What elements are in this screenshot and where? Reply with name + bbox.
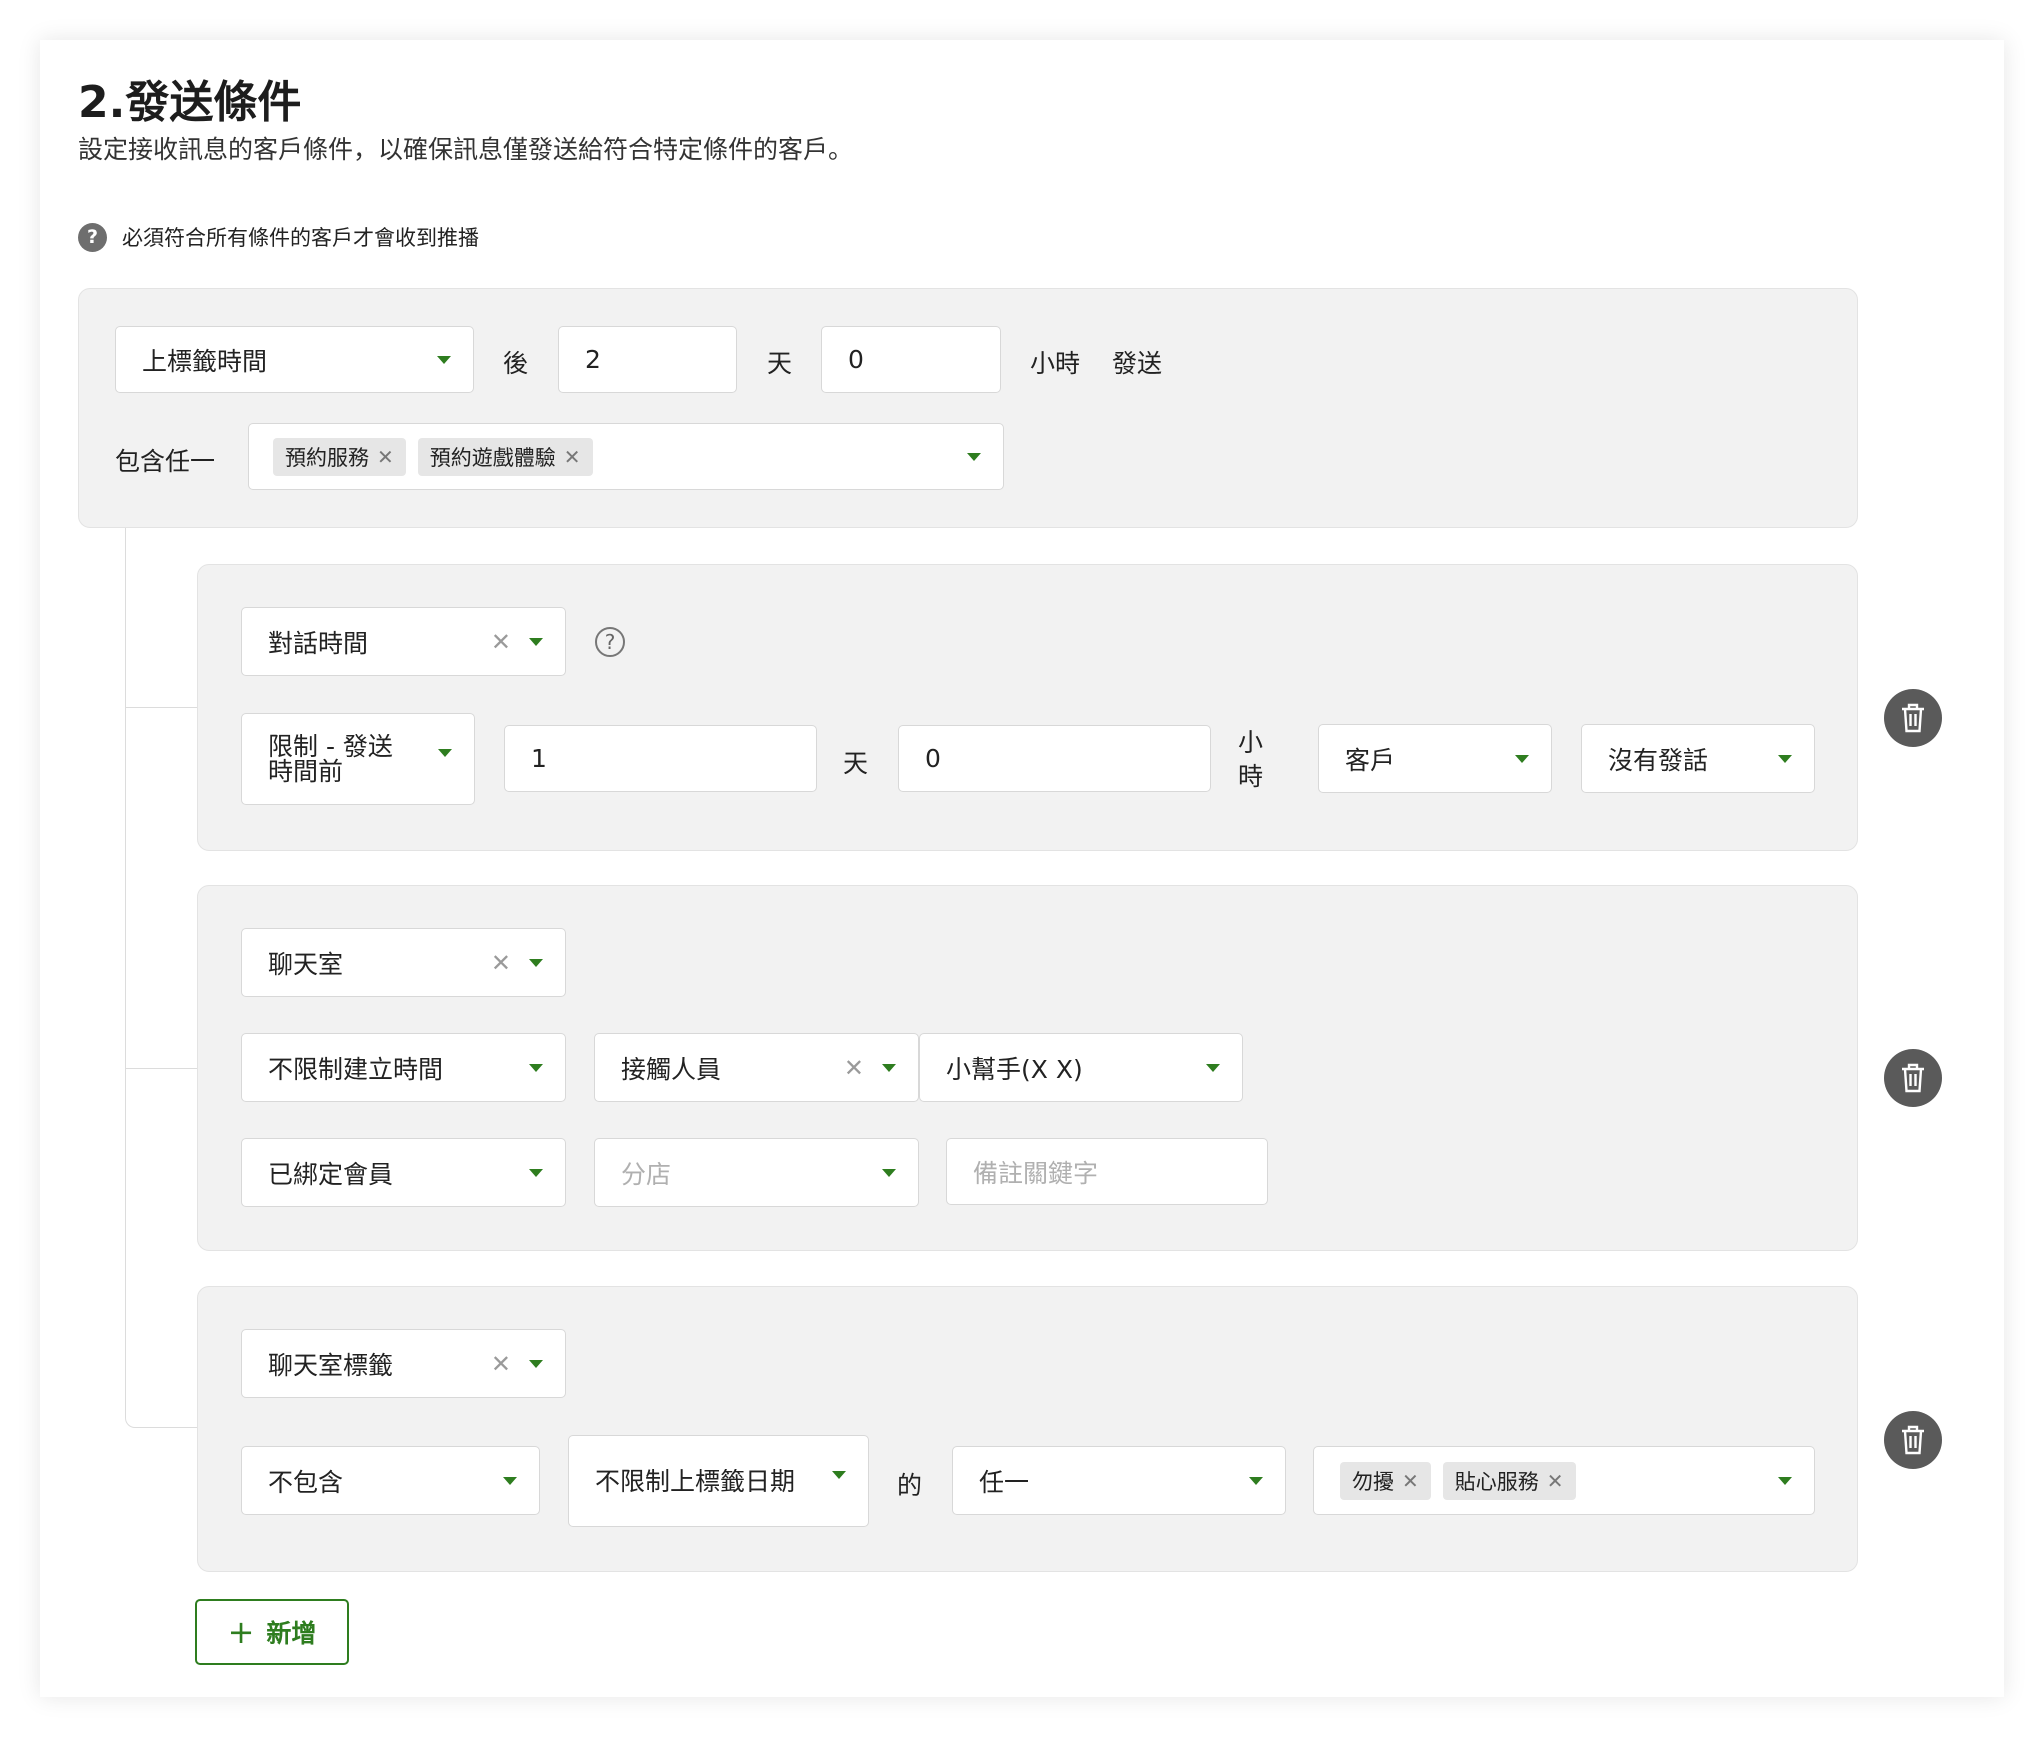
section-title: 2.發送條件 xyxy=(78,77,302,128)
chevron-down-icon xyxy=(529,637,543,646)
tag-chip: 勿擾 ✕ xyxy=(1340,1461,1431,1500)
hours-input[interactable]: 0 xyxy=(898,725,1211,792)
tree-branch xyxy=(125,1068,197,1069)
tree-connector xyxy=(125,528,126,1408)
party-select[interactable]: 客戶 xyxy=(1318,724,1552,793)
trash-icon xyxy=(1902,1425,1924,1455)
action-select[interactable]: 沒有發話 xyxy=(1581,724,1815,793)
contact-field-select[interactable]: 接觸人員 ✕ xyxy=(594,1033,919,1102)
member-status-select[interactable]: 已綁定會員 xyxy=(241,1138,566,1207)
days-unit-label: 天 xyxy=(767,349,793,378)
tag-chip: 預約遊戲體驗 ✕ xyxy=(417,437,593,476)
add-condition-button[interactable]: + 新增 xyxy=(195,1599,349,1665)
help-note-text: 必須符合所有條件的客戶才會收到推播 xyxy=(122,226,479,250)
days-unit-label: 天 xyxy=(843,749,869,778)
tag-chip: 貼心服務 ✕ xyxy=(1442,1461,1576,1500)
add-condition-label: 新增 xyxy=(266,1619,317,1648)
note-keyword-input[interactable]: 備註關鍵字 xyxy=(946,1138,1268,1205)
section-description: 設定接收訊息的客戶條件，以確保訊息僅發送給符合特定條件的客戶。 xyxy=(78,135,854,164)
chevron-down-icon xyxy=(529,958,543,967)
clear-icon[interactable]: ✕ xyxy=(491,1352,511,1376)
close-icon[interactable]: ✕ xyxy=(1547,1469,1564,1493)
tree-branch xyxy=(125,707,197,708)
condition-type-select[interactable]: 聊天室標籤 ✕ xyxy=(241,1329,566,1398)
chevron-down-icon xyxy=(967,452,981,461)
days-input[interactable]: 2 xyxy=(558,326,737,393)
help-note: ? 必須符合所有條件的客戶才會收到推播 xyxy=(78,222,479,252)
chevron-down-icon xyxy=(882,1168,896,1177)
tree-branch xyxy=(125,1408,197,1428)
close-icon[interactable]: ✕ xyxy=(564,445,581,469)
date-limit-select[interactable]: 不限制上標籤日期 xyxy=(568,1435,869,1527)
chevron-down-icon xyxy=(1515,754,1529,763)
clear-icon[interactable]: ✕ xyxy=(844,1056,864,1080)
include-label: 包含任一 xyxy=(115,447,216,476)
operator-select[interactable]: 不包含 xyxy=(241,1446,540,1515)
chevron-down-icon xyxy=(1778,1476,1792,1485)
days-input[interactable]: 1 xyxy=(504,725,817,792)
chevron-down-icon xyxy=(1206,1063,1220,1072)
hours-input[interactable]: 0 xyxy=(821,326,1001,393)
chevron-down-icon xyxy=(503,1476,517,1485)
main-condition-panel xyxy=(78,288,1858,528)
hours-unit-label: 小時 xyxy=(1030,349,1081,378)
time-field-select[interactable]: 上標籤時間 xyxy=(115,326,474,393)
chevron-down-icon xyxy=(832,1471,846,1479)
hours-unit-label: 小時 xyxy=(1238,728,1264,791)
match-select[interactable]: 任一 xyxy=(952,1446,1286,1515)
chevron-down-icon xyxy=(529,1168,543,1177)
clear-icon[interactable]: ✕ xyxy=(491,630,511,654)
chevron-down-icon xyxy=(438,749,452,757)
chevron-down-icon xyxy=(529,1359,543,1368)
clear-icon[interactable]: ✕ xyxy=(491,951,511,975)
plus-icon: + xyxy=(227,1613,255,1651)
time-field-value: 上標籤時間 xyxy=(142,346,268,376)
after-label: 後 xyxy=(503,349,529,378)
chevron-down-icon xyxy=(529,1063,543,1072)
send-label: 發送 xyxy=(1112,349,1163,378)
close-icon[interactable]: ✕ xyxy=(1402,1469,1419,1493)
created-time-select[interactable]: 不限制建立時間 xyxy=(241,1033,566,1102)
trash-icon xyxy=(1902,1063,1924,1093)
chevron-down-icon xyxy=(437,355,451,364)
branch-select[interactable]: 分店 xyxy=(594,1138,919,1207)
trash-icon xyxy=(1902,703,1924,733)
delete-condition-button[interactable] xyxy=(1884,1049,1942,1107)
condition-type-select[interactable]: 對話時間 ✕ xyxy=(241,607,566,676)
limit-select[interactable]: 限制 - 發送時間前 xyxy=(241,713,475,805)
close-icon[interactable]: ✕ xyxy=(377,445,394,469)
chevron-down-icon xyxy=(1778,754,1792,763)
condition-type-select[interactable]: 聊天室 ✕ xyxy=(241,928,566,997)
of-label: 的 xyxy=(897,1471,923,1500)
delete-condition-button[interactable] xyxy=(1884,1411,1942,1469)
question-icon: ? xyxy=(78,222,107,252)
chatroom-tags-select[interactable]: 勿擾 ✕ 貼心服務 ✕ xyxy=(1313,1446,1815,1515)
delete-condition-button[interactable] xyxy=(1884,689,1942,747)
help-icon[interactable]: ? xyxy=(595,627,625,657)
chevron-down-icon xyxy=(882,1063,896,1072)
chevron-down-icon xyxy=(1249,1476,1263,1485)
include-tags-select[interactable]: 預約服務 ✕ 預約遊戲體驗 ✕ xyxy=(248,423,1004,490)
tag-chip: 預約服務 ✕ xyxy=(273,437,406,476)
contact-value-select[interactable]: 小幫手(X X) xyxy=(919,1033,1243,1102)
